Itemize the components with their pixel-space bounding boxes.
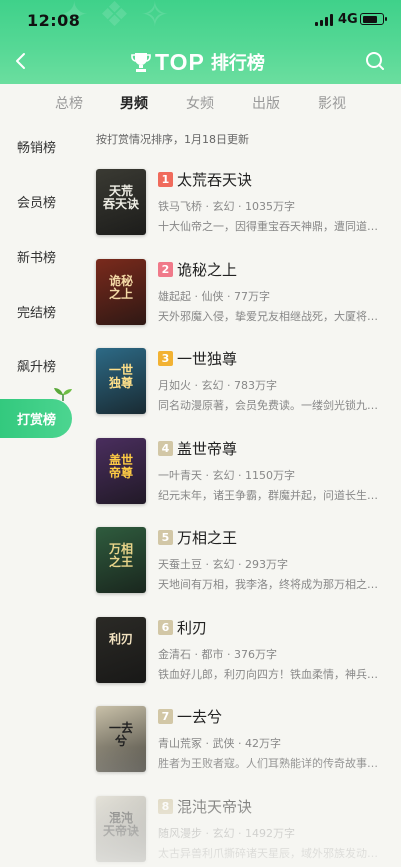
status-time: 12:08	[27, 11, 81, 30]
book-cover[interactable]: 诡秘 之上	[96, 258, 146, 325]
book-cover[interactable]: 利刃	[96, 616, 146, 683]
search-button[interactable]	[364, 50, 386, 72]
book-title[interactable]: 混沌天帝诀	[177, 796, 252, 817]
tab-film[interactable]: 影视	[318, 93, 346, 113]
book-cover-title: 盖世 帝尊	[108, 452, 133, 480]
book-description: 太古异兽利爪撕碎诸天星辰，域外邪族发动入侵……	[158, 846, 384, 860]
rank-badge: 2	[158, 261, 173, 277]
sidebar-item-new[interactable]: 新书榜	[17, 247, 56, 266]
rank-badge: 3	[158, 351, 173, 366]
book-meta: 铁马飞桥 · 玄幻 · 1035万字	[158, 200, 295, 213]
rank-badge: 8	[158, 798, 173, 814]
rank-badge: 4	[158, 440, 173, 456]
battery-icon	[360, 13, 387, 25]
book-cover-title: 万相 之王	[108, 542, 133, 569]
signal-icon	[315, 14, 333, 26]
title-main: TOP	[155, 48, 205, 75]
ranking-list: 按打赏情况排序，1月18日更新 天荒 吞天诀 1 太荒吞天诀铁马飞桥 · 玄幻 · …	[80, 120, 401, 867]
book-cover-title: 利刃	[108, 631, 133, 646]
book-cover-title: 一世 独尊	[108, 363, 133, 390]
book-row[interactable]: 一世 独尊 3 一世独尊月如火 · 玄幻 · 783万字同名动漫原著，会员免费读。一…	[96, 348, 396, 416]
rank-badge: 5	[158, 530, 173, 545]
book-row[interactable]: 利刃 6 利刃 金清石 · 都市 · 376万字 铁血好儿郎，利刃向四方！铁血柔情，神兵…	[96, 616, 396, 685]
book-cover[interactable]: 盖世 帝尊	[96, 437, 146, 504]
sidebar-item-reward[interactable]: 打赏榜	[0, 399, 72, 438]
sidebar-item-reward-label: 打赏榜	[17, 413, 57, 428]
chevron-left-icon	[16, 53, 25, 69]
header-bar: ✦ ❖ ✧ 12:08 4G TOP 排行榜	[0, 0, 401, 84]
book-row[interactable]: 混沌 天帝诀 8 混沌天帝诀随风漫步 · 玄幻 · 1492万字太古异兽利爪撕碎诸天…	[96, 795, 396, 864]
book-meta: 雄起起 · 仙侠 · 77万字	[158, 289, 270, 303]
book-description: 纪元末年，诸王争霸，群魔并起，问道长生……	[158, 488, 384, 502]
status-bar: 12:08 4G	[0, 0, 401, 40]
book-row[interactable]: 天荒 吞天诀 1 太荒吞天诀铁马飞桥 · 玄幻 · 1035万字十大仙帝之一，因得重…	[96, 169, 396, 237]
book-meta: 随风漫步 · 玄幻 · 1492万字	[158, 826, 295, 840]
trophy-icon	[131, 53, 151, 72]
sidebar-item-finished[interactable]: 完结榜	[17, 302, 56, 321]
category-tabs: 总榜 男频 女频 出版 影视	[0, 84, 401, 120]
sort-note: 按打赏情况排序，1月18日更新	[96, 133, 249, 146]
book-title[interactable]: 盖世帝尊	[177, 438, 237, 459]
network-type: 4G	[338, 12, 358, 27]
book-cover[interactable]: 天荒 吞天诀	[96, 169, 146, 235]
book-meta: 青山荒冢 · 武侠 · 42万字	[158, 737, 281, 750]
book-cover[interactable]: 一世 独尊	[96, 348, 146, 414]
book-title[interactable]: 诡秘之上	[177, 259, 237, 280]
book-row[interactable]: 万相 之王 5 万相之王天蚕土豆 · 玄幻 · 293万字天地间有万相，我李洛，终将…	[96, 527, 396, 595]
book-cover[interactable]: 万相 之王	[96, 527, 146, 593]
sidebar-item-bestseller[interactable]: 畅销榜	[17, 137, 56, 156]
book-cover-title: 诡秘 之上	[108, 273, 133, 301]
tab-male[interactable]: 男频	[120, 93, 148, 113]
book-cover[interactable]: 混沌 天帝诀	[96, 795, 146, 862]
book-title[interactable]: 一世独尊	[177, 348, 237, 369]
book-description: 十大仙帝之一，因得重宝吞天神鼎，遭同道围攻……	[158, 220, 384, 233]
tab-publish[interactable]: 出版	[252, 93, 280, 113]
book-description: 天地间有万相，我李洛，终将成为那万相之王……	[158, 578, 384, 591]
sidebar-item-rising[interactable]: 飙升榜	[17, 356, 56, 375]
sidebar-item-member[interactable]: 会员榜	[17, 192, 56, 211]
book-cover-title: 混沌 天帝诀	[102, 810, 139, 838]
book-title[interactable]: 太荒吞天诀	[177, 169, 252, 190]
page-title: TOP 排行榜	[131, 47, 265, 77]
book-meta: 月如火 · 玄幻 · 783万字	[158, 379, 277, 392]
back-button[interactable]	[10, 50, 32, 72]
tab-female[interactable]: 女频	[186, 93, 214, 113]
book-row[interactable]: 盖世 帝尊 4 盖世帝尊一叶青天 · 玄幻 · 1150万字纪元末年，诸王争霸，群魔…	[96, 437, 396, 506]
book-row[interactable]: 一去 兮 7 一去兮青山荒冢 · 武侠 · 42万字胜者为王败者寇。人们耳熟能详的传…	[96, 706, 396, 774]
book-description: 胜者为王败者寇。人们耳熟能详的传奇故事……	[158, 757, 384, 770]
book-description: 同名动漫原著，会员免费读。一缕剑光锁九州……	[158, 399, 384, 412]
book-title[interactable]: 一去兮	[177, 706, 222, 727]
book-title[interactable]: 利刃	[177, 617, 207, 638]
tab-all[interactable]: 总榜	[55, 93, 83, 113]
book-cover-title: 一去 兮	[108, 721, 133, 748]
rank-badge: 6	[158, 619, 173, 635]
title-sub: 排行榜	[210, 53, 265, 74]
ranking-sidebar: 畅销榜 会员榜 新书榜 完结榜 飙升榜 打赏榜	[0, 120, 80, 867]
rank-badge: 7	[158, 709, 173, 724]
book-description: 天外邪魔入侵，挚爱兄友相继战死，大厦将倾……	[158, 309, 384, 323]
book-meta: 一叶青天 · 玄幻 · 1150万字	[158, 468, 295, 482]
book-description: 铁血好儿郎，利刃向四方！铁血柔情，神兵利刃……	[158, 667, 384, 681]
book-meta: 金清石 · 都市 · 376万字	[158, 647, 277, 661]
book-meta: 天蚕土豆 · 玄幻 · 293万字	[158, 558, 288, 571]
search-icon	[366, 52, 384, 70]
book-cover-title: 天荒 吞天诀	[102, 184, 139, 211]
book-row[interactable]: 诡秘 之上 2 诡秘之上雄起起 · 仙侠 · 77万字天外邪魔入侵，挚爱兄友相继战死…	[96, 258, 396, 327]
book-title[interactable]: 万相之王	[177, 527, 237, 548]
rank-badge: 1	[158, 172, 173, 187]
book-cover[interactable]: 一去 兮	[96, 706, 146, 772]
